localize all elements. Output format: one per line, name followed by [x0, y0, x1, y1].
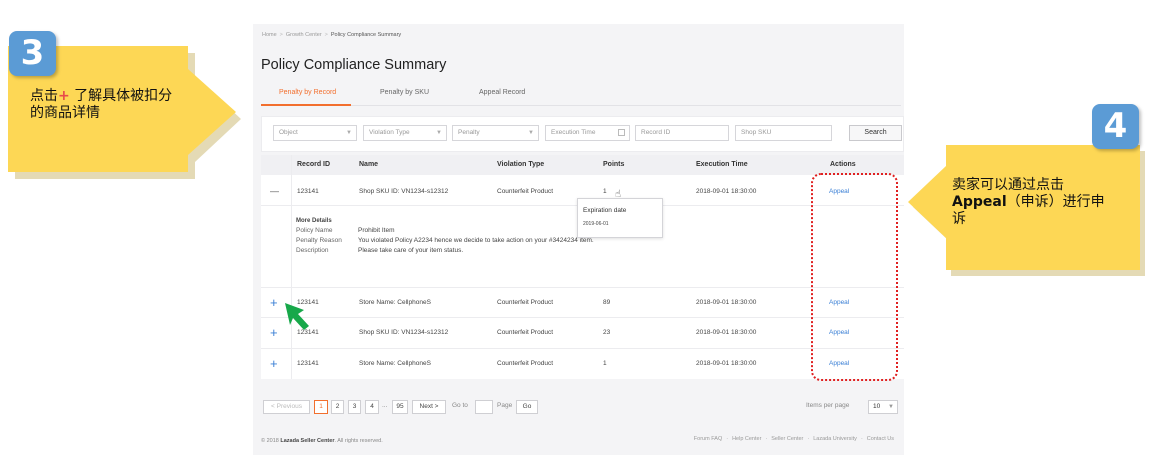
more-details-heading: More Details — [296, 218, 332, 224]
col-actions: Actions — [830, 161, 856, 168]
shop-sku-input[interactable]: Shop SKU — [735, 125, 832, 141]
tooltip-date: 2019-06-01 — [583, 221, 609, 227]
record-id: 123141 — [297, 188, 319, 195]
col-name: Name — [359, 161, 379, 168]
violation-type: Counterfeit Product — [497, 329, 554, 336]
table-row: + 123141 Store Name: CellphoneS Counterf… — [261, 349, 904, 379]
description-value: Please take care of your item status. — [358, 247, 464, 254]
points: 1 — [603, 188, 607, 195]
tab-penalty-by-sku[interactable]: Penalty by SKU — [380, 89, 429, 96]
page-label: Page — [497, 402, 513, 409]
col-execution-time: Execution Time — [696, 161, 748, 168]
table-row: + 123141 Shop SKU ID: VN1234-s12312 Coun… — [261, 318, 904, 349]
goto-page-input[interactable] — [475, 400, 493, 414]
execution-time: 2018-09-01 18:30:00 — [696, 299, 757, 306]
page-button-3[interactable]: 3 — [348, 400, 361, 414]
points: 89 — [603, 299, 611, 306]
chevron-down-icon: ▼ — [436, 130, 442, 136]
item-name: Shop SKU ID: VN1234-s12312 — [359, 329, 449, 336]
object-select[interactable]: Object ▼ — [273, 125, 357, 141]
tooltip-title: Expiration date — [583, 207, 627, 214]
page-button-4[interactable]: 4 — [365, 400, 379, 414]
filter-bar: Object ▼ Violation Type ▼ Penalty ▼ Executi… — [261, 116, 904, 152]
execution-time: 2018-09-01 18:30:00 — [696, 329, 757, 336]
violation-type: Counterfeit Product — [497, 299, 554, 306]
chevron-down-icon: ▼ — [346, 130, 352, 136]
penalty-reason-value: You violated Policy A2234 hence we decid… — [358, 237, 594, 244]
footer-links: Forum FAQ · Help Center · Seller Center · Laza… — [693, 436, 894, 442]
violation-type-select[interactable]: Violation Type ▼ — [363, 125, 447, 141]
go-button[interactable]: Go — [516, 400, 538, 414]
points: 1 — [603, 360, 607, 367]
item-name: Shop SKU ID: VN1234-s12312 — [359, 188, 449, 195]
search-button[interactable]: Search — [849, 125, 902, 141]
green-pointer-arrow-icon — [285, 303, 309, 330]
records-table: Record ID Name Violation Type Points Exe… — [261, 155, 904, 379]
tab-penalty-by-record[interactable]: Penalty by Record — [279, 89, 336, 96]
expand-icon[interactable]: + — [270, 296, 278, 309]
tab-bar: Penalty by Record Penalty by SKU Appeal … — [261, 86, 901, 106]
calendar-icon — [618, 129, 625, 136]
expiration-tooltip: Expiration date 2019-06-01 — [577, 198, 663, 238]
execution-time: 2018-09-01 18:30:00 — [696, 360, 757, 367]
footer-link-contact-us[interactable]: Contact Us — [867, 436, 894, 442]
policy-compliance-panel: Home > Growth Center > Policy Compliance Sum… — [253, 24, 904, 455]
expand-icon[interactable]: + — [270, 326, 278, 339]
item-name: Store Name: CellphoneS — [359, 360, 431, 367]
goto-label: Go to — [452, 402, 468, 409]
tab-appeal-record[interactable]: Appeal Record — [479, 89, 525, 96]
col-points: Points — [603, 161, 625, 168]
points: 23 — [603, 329, 611, 336]
page-ellipsis: ... — [382, 402, 388, 409]
breadcrumb: Home > Growth Center > Policy Compliance Sum… — [262, 32, 402, 38]
penalty-reason-label: Penalty Reason — [296, 237, 342, 244]
actions-highlight-box — [811, 173, 898, 381]
page-button-95[interactable]: 95 — [392, 400, 408, 414]
items-per-page-select[interactable]: 10 ▼ — [868, 400, 898, 414]
page-button-2[interactable]: 2 — [331, 400, 344, 414]
violation-type: Counterfeit Product — [497, 360, 554, 367]
expand-icon[interactable]: + — [270, 357, 278, 370]
chevron-down-icon: ▼ — [528, 130, 534, 136]
active-tab-underline — [261, 104, 351, 106]
description-label: Description — [296, 247, 329, 254]
plus-glyph: + — [58, 88, 70, 104]
record-id: 123141 — [297, 360, 319, 367]
policy-name-label: Policy Name — [296, 227, 333, 234]
footer-link-forum-faq[interactable]: Forum FAQ — [694, 436, 722, 442]
copyright: © 2018 Lazada Seller Center. All rights … — [261, 438, 383, 444]
penalty-select[interactable]: Penalty ▼ — [452, 125, 539, 141]
execution-time: 2018-09-01 18:30:00 — [696, 188, 757, 195]
footer-link-help-center[interactable]: Help Center — [732, 436, 761, 442]
breadcrumb-current: Policy Compliance Summary — [330, 32, 402, 38]
violation-type: Counterfeit Product — [497, 188, 554, 195]
execution-time-picker[interactable]: Execution Time — [545, 125, 630, 141]
footer-link-seller-center[interactable]: Seller Center — [771, 436, 803, 442]
page-title: Policy Compliance Summary — [261, 57, 447, 73]
more-details: More Details Policy Name Prohibit Item Pe… — [296, 218, 594, 257]
col-violation-type: Violation Type — [497, 161, 545, 168]
chevron-down-icon: ▼ — [888, 404, 894, 410]
step4-callout-text: 卖家可以通过点击 Appeal（申诉）进行申 诉 — [952, 177, 1105, 227]
next-page-button[interactable]: Next > — [412, 400, 446, 414]
hand-cursor-icon: ☝ — [615, 189, 622, 200]
step3-badge: 3 — [9, 31, 56, 76]
breadcrumb-home[interactable]: Home — [262, 32, 277, 38]
step3-callout-text: 点击+ 了解具体被扣分 的商品详情 — [30, 88, 173, 121]
collapse-icon[interactable]: — — [270, 186, 279, 196]
col-record-id: Record ID — [297, 161, 331, 168]
footer-link-lazada-university[interactable]: Lazada University — [813, 436, 857, 442]
table-row: + 123141 Store Name: CellphoneS Counterf… — [261, 288, 904, 318]
breadcrumb-growth-center[interactable]: Growth Center — [286, 32, 322, 38]
step4-badge: 4 — [1092, 104, 1139, 149]
brand-name: Lazada Seller Center — [280, 438, 335, 444]
item-name: Store Name: CellphoneS — [359, 299, 431, 306]
page-button-1[interactable]: 1 — [314, 400, 328, 414]
previous-page-button[interactable]: < Previous — [263, 400, 310, 414]
table-header: Record ID Name Violation Type Points Exe… — [261, 155, 904, 175]
record-id-input[interactable]: Record ID — [635, 125, 729, 141]
policy-name-value: Prohibit Item — [358, 227, 395, 234]
items-per-page-label: Items per page — [806, 402, 850, 409]
